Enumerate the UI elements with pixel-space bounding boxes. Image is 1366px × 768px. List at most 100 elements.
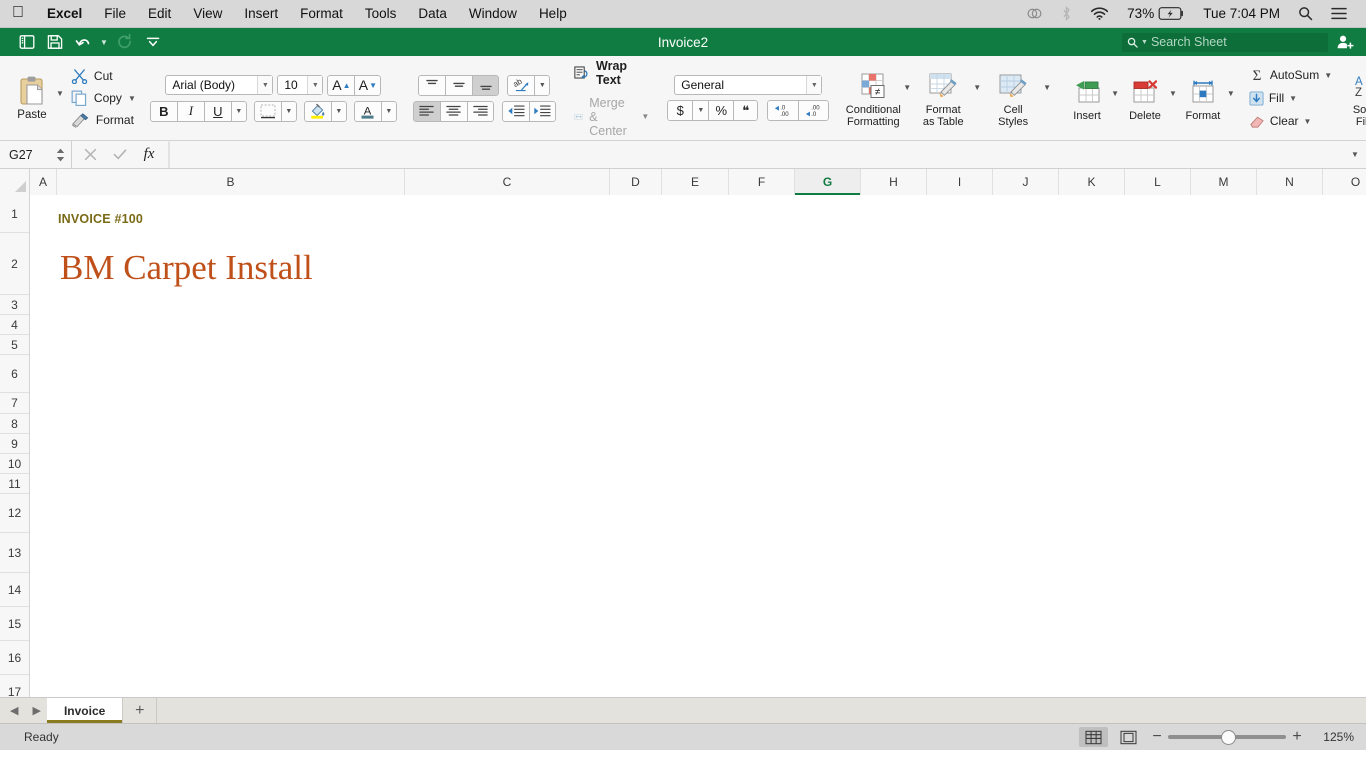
row-header-13[interactable]: 13	[0, 533, 29, 573]
battery-status[interactable]: 73%	[1118, 6, 1194, 21]
format-as-table-button[interactable]: Format as Table	[913, 69, 973, 128]
menu-item-edit[interactable]: Edit	[137, 0, 182, 28]
fill-color-caret-icon[interactable]: ▼	[330, 100, 347, 122]
font-size-combobox[interactable]: 10 ▼	[277, 75, 324, 95]
zoom-slider-handle[interactable]	[1221, 729, 1236, 745]
format-cells-button[interactable]: Format	[1179, 75, 1227, 122]
row-header-15[interactable]: 15	[0, 607, 29, 641]
conditional-formatting-caret-icon[interactable]: ▼	[903, 83, 911, 92]
comma-button[interactable]: ❝	[733, 100, 759, 121]
clear-caret-icon[interactable]: ▼	[1304, 117, 1312, 126]
number-format-combobox[interactable]: General ▼	[674, 75, 823, 95]
column-header-c[interactable]: C	[405, 169, 610, 195]
paste-button-wrapper[interactable]: Paste ▼	[10, 75, 64, 121]
column-header-n[interactable]: N	[1257, 169, 1323, 195]
cell-styles-button[interactable]: Cell Styles	[983, 69, 1043, 128]
format-as-table-caret-icon[interactable]: ▼	[973, 83, 981, 92]
menu-clock[interactable]: Tue 7:04 PM	[1194, 6, 1289, 21]
undo-arrow-icon[interactable]	[70, 31, 96, 53]
paste-button[interactable]: Paste	[10, 75, 54, 121]
next-sheet-icon[interactable]: ▶	[32, 704, 40, 717]
zoom-in-button[interactable]: +	[1286, 728, 1308, 746]
row-header-8[interactable]: 8	[0, 414, 29, 434]
add-sheet-button[interactable]: +	[123, 698, 158, 723]
text-orientation-icon[interactable]: ab	[507, 74, 535, 96]
clear-button[interactable]: Clear ▼	[1249, 112, 1332, 131]
cut-button[interactable]: Cut	[71, 66, 136, 86]
row-header-6[interactable]: 6	[0, 355, 29, 393]
delete-cells-caret-icon[interactable]: ▼	[1169, 89, 1177, 98]
fill-button[interactable]: Fill ▼	[1249, 89, 1332, 108]
column-header-d[interactable]: D	[610, 169, 662, 195]
name-box[interactable]: G27	[0, 141, 72, 168]
zoom-out-button[interactable]: −	[1146, 728, 1168, 746]
font-color-caret-icon[interactable]: ▼	[380, 100, 397, 122]
cell-styles-wrapper[interactable]: Cell Styles ▼	[983, 69, 1051, 128]
zoom-slider[interactable]	[1168, 729, 1286, 745]
increase-indent-icon[interactable]	[528, 100, 556, 122]
row-header-4[interactable]: 4	[0, 315, 29, 335]
row-header-14[interactable]: 14	[0, 573, 29, 607]
currency-caret-icon[interactable]: ▼	[692, 100, 709, 121]
format-cells-caret-icon[interactable]: ▼	[1227, 89, 1235, 98]
row-header-2[interactable]: 2	[0, 233, 29, 295]
cancel-x-icon[interactable]	[76, 142, 105, 168]
align-middle-icon[interactable]	[445, 74, 473, 96]
select-all-corner[interactable]	[0, 169, 30, 195]
save-disk-icon[interactable]	[42, 31, 68, 53]
row-header-3[interactable]: 3	[0, 295, 29, 315]
formula-expand-caret-icon[interactable]: ▼	[1344, 150, 1366, 159]
search-scope-caret-icon[interactable]: ▼	[1141, 39, 1148, 46]
cell-styles-caret-icon[interactable]: ▼	[1043, 83, 1051, 92]
format-painter-button[interactable]: Format	[71, 110, 136, 130]
notification-center-icon[interactable]	[1322, 7, 1356, 20]
column-header-b[interactable]: B	[57, 169, 405, 195]
formula-input[interactable]	[169, 141, 1344, 168]
font-name-combobox[interactable]: Arial (Body) ▼	[165, 75, 274, 95]
menu-item-help[interactable]: Help	[528, 0, 578, 28]
italic-button[interactable]: I	[176, 100, 204, 122]
row-header-16[interactable]: 16	[0, 641, 29, 675]
fill-caret-icon[interactable]: ▼	[1289, 94, 1297, 103]
font-size-caret-icon[interactable]: ▼	[307, 76, 323, 94]
row-header-9[interactable]: 9	[0, 434, 29, 454]
column-header-e[interactable]: E	[662, 169, 729, 195]
column-header-a[interactable]: A	[30, 169, 57, 195]
autosum-button[interactable]: Σ AutoSum ▼	[1249, 66, 1332, 85]
insert-cells-caret-icon[interactable]: ▼	[1111, 89, 1119, 98]
menu-item-format[interactable]: Format	[289, 0, 354, 28]
apple-logo-icon[interactable]: 	[0, 4, 36, 23]
align-right-icon[interactable]	[466, 100, 494, 122]
search-sheet-input[interactable]: ▼ Search Sheet	[1122, 32, 1328, 52]
cell-b2-company-name[interactable]: BM Carpet Install	[60, 248, 313, 288]
orientation-caret-icon[interactable]: ▼	[534, 74, 551, 96]
copy-button[interactable]: Copy ▼	[71, 88, 136, 108]
delete-cells-button[interactable]: Delete	[1121, 75, 1169, 122]
conditional-formatting-wrapper[interactable]: ≠ Conditional Formatting ▼	[843, 69, 911, 128]
percent-button[interactable]: %	[708, 100, 734, 121]
row-header-12[interactable]: 12	[0, 494, 29, 533]
decrease-font-size-icon[interactable]: A ▼	[354, 74, 382, 96]
borders-caret-icon[interactable]: ▼	[280, 100, 297, 122]
merge-center-caret-icon[interactable]: ▼	[641, 112, 649, 121]
align-center-icon[interactable]	[439, 100, 467, 122]
align-left-icon[interactable]	[412, 100, 440, 122]
column-header-l[interactable]: L	[1125, 169, 1191, 195]
column-header-f[interactable]: F	[729, 169, 795, 195]
column-header-i[interactable]: I	[927, 169, 993, 195]
underline-caret-icon[interactable]: ▼	[230, 100, 247, 122]
row-header-11[interactable]: 11	[0, 474, 29, 494]
menu-item-tools[interactable]: Tools	[354, 0, 408, 28]
creative-cloud-icon[interactable]	[1017, 5, 1052, 22]
wrap-text-button[interactable]: Wrap Text	[574, 59, 649, 87]
bold-button[interactable]: B	[149, 100, 177, 122]
row-header-1[interactable]: 1	[0, 195, 29, 233]
copy-dropdown-caret-icon[interactable]: ▼	[128, 94, 136, 103]
wifi-icon[interactable]	[1081, 6, 1118, 21]
decrease-indent-icon[interactable]	[501, 100, 529, 122]
increase-font-size-icon[interactable]: A ▲	[327, 74, 355, 96]
menu-item-excel[interactable]: Excel	[36, 0, 93, 28]
menu-item-data[interactable]: Data	[407, 0, 458, 28]
column-header-o[interactable]: O	[1323, 169, 1366, 195]
column-header-m[interactable]: M	[1191, 169, 1257, 195]
